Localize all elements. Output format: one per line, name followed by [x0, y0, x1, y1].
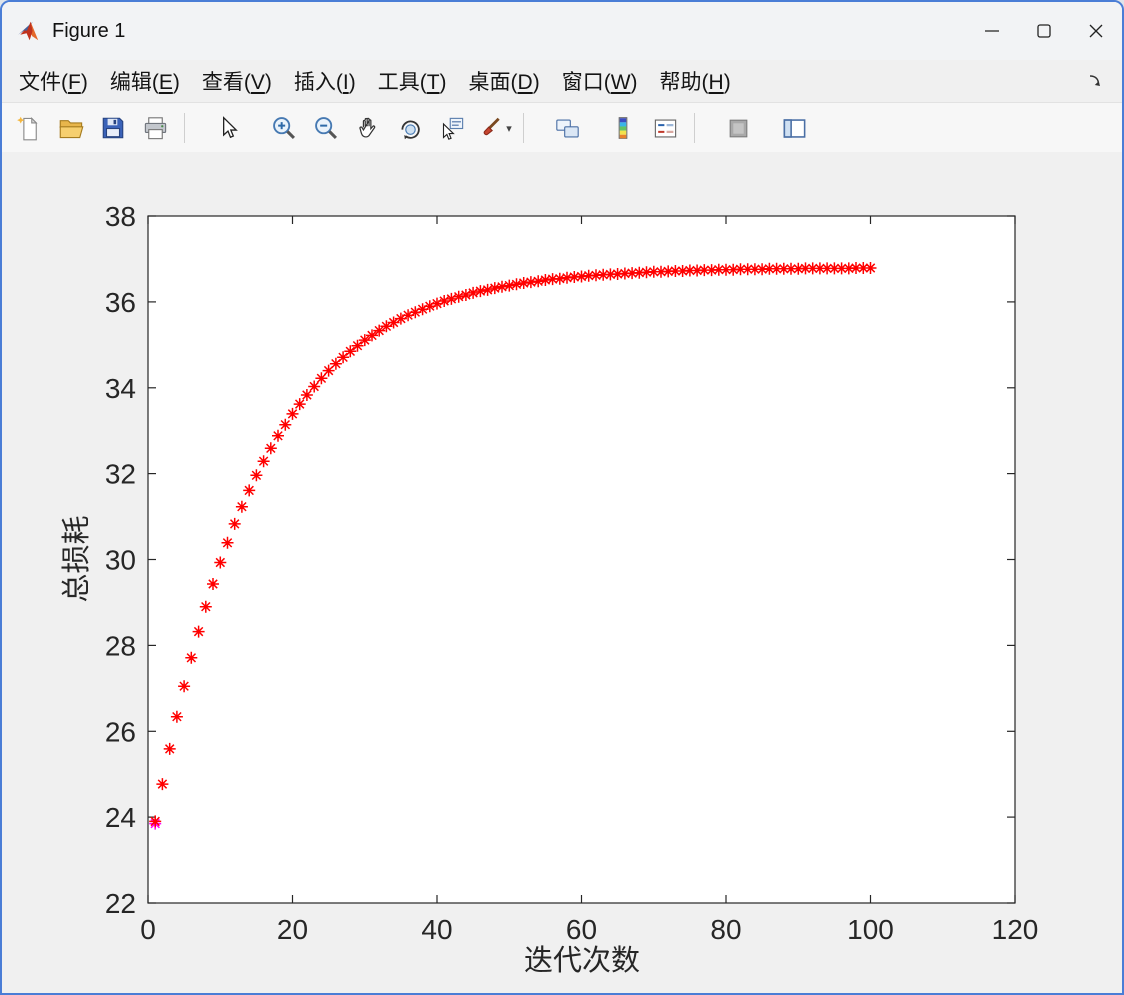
maximize-button[interactable] [1018, 5, 1070, 57]
menu-label: ) [532, 71, 540, 94]
edit-plot-button[interactable] [207, 107, 249, 149]
menu-label: ) [630, 71, 638, 94]
y-tick-label: 34 [105, 373, 136, 404]
menu-window[interactable]: 窗口(W) [551, 62, 649, 100]
pan-hand-icon [358, 117, 375, 138]
menu-label: 桌面( [468, 71, 518, 94]
axes-box [147, 215, 1016, 904]
dock-figure-arrow-icon [1089, 75, 1100, 86]
y-tick-label: 38 [105, 201, 136, 232]
y-tick-label: 30 [105, 545, 136, 576]
menu-label: 查看( [201, 71, 251, 94]
toolbar-separator [523, 113, 524, 143]
y-tick-label: 32 [105, 459, 136, 490]
data-cursor-icon [442, 117, 463, 140]
menu-mnemonic: H [708, 71, 724, 94]
zoom-in-button[interactable] [263, 107, 305, 149]
y-tick-label: 24 [105, 802, 136, 833]
menu-insert[interactable]: 插入(I) [283, 62, 367, 100]
print-icon [144, 116, 166, 139]
dock-figure-button[interactable] [1080, 66, 1110, 96]
insert-legend-button[interactable] [644, 107, 686, 149]
y-axis-label: 总损耗 [60, 515, 93, 602]
figure-toolbar: ▾ [2, 103, 1122, 154]
open-folder-icon [59, 119, 83, 138]
close-button[interactable] [1070, 5, 1122, 57]
menu-label: 编辑( [109, 71, 159, 94]
window-title: Figure 1 [52, 19, 126, 42]
insert-colorbar-button[interactable] [602, 107, 644, 149]
menu-edit[interactable]: 编辑(E) [99, 62, 191, 100]
x-tick-label: 80 [710, 914, 741, 945]
menu-label: ) [80, 71, 88, 94]
menu-mnemonic: D [517, 71, 533, 94]
hide-plot-tools-button[interactable] [717, 107, 759, 149]
zoom-out-button[interactable] [305, 107, 347, 149]
menu-mnemonic: V [250, 71, 265, 94]
menu-label: ) [439, 71, 447, 94]
x-tick-label: 100 [847, 914, 894, 945]
rotate-3d-icon [401, 120, 420, 139]
menu-view[interactable]: 查看(V) [191, 62, 283, 100]
y-tick-label: 22 [105, 888, 136, 919]
save-floppy-icon [102, 117, 124, 139]
brush-dropdown-button[interactable]: ▾ [503, 122, 515, 135]
titlebar: Figure 1 [2, 2, 1122, 60]
new-file-icon [16, 116, 38, 140]
show-plot-tools-icon [783, 118, 805, 138]
y-tick-label: 28 [105, 630, 136, 661]
brush-button[interactable] [473, 107, 507, 149]
rotate-3d-button[interactable] [389, 107, 431, 149]
brush-icon [483, 117, 500, 136]
plot-canvas[interactable]: 0 20 40 60 80 100 120 22 24 26 28 30 32 34 36 38 迭代次数 总… [2, 152, 1122, 993]
figure-canvas: 0 20 40 60 80 100 120 22 24 26 28 30 32 34 36 38 迭代次数 总… [2, 152, 1122, 993]
menu-label: 工具( [377, 71, 427, 94]
show-plot-tools-button[interactable] [773, 107, 815, 149]
menu-mnemonic: W [610, 71, 631, 94]
menu-file[interactable]: 文件(F) [8, 62, 99, 100]
menu-mnemonic: T [426, 71, 440, 94]
menu-label: ) [348, 71, 356, 94]
x-tick-label: 20 [277, 914, 308, 945]
matlab-logo-icon [14, 16, 44, 46]
save-button[interactable] [92, 107, 134, 149]
menu-label: ) [264, 71, 272, 94]
menu-mnemonic: F [68, 71, 81, 94]
link-plot-icon [555, 119, 579, 137]
menu-label: 帮助( [659, 71, 709, 94]
y-tick-label: 36 [105, 287, 136, 318]
x-axis-label: 迭代次数 [524, 944, 640, 977]
menu-label: ) [172, 71, 180, 94]
menu-label: ) [723, 71, 731, 94]
cursor-arrow-icon [223, 116, 238, 139]
x-tick-label: 120 [992, 914, 1039, 945]
link-plot-button[interactable] [546, 107, 588, 149]
figure-window: Figure 1 文件(F) 编辑(E) 查看(V) 插入(I) 工具(T) 桌… [0, 0, 1124, 995]
zoom-in-icon [273, 117, 295, 139]
menu-label: 窗口( [561, 71, 611, 94]
toolbar-separator [184, 113, 185, 143]
menu-label: 文件( [19, 71, 68, 94]
y-tick-label: 26 [105, 716, 136, 747]
menu-mnemonic: E [158, 71, 173, 94]
x-tick-label: 0 [140, 914, 156, 945]
menubar: 文件(F) 编辑(E) 查看(V) 插入(I) 工具(T) 桌面(D) 窗口(W… [2, 60, 1122, 103]
toolbar-separator [694, 113, 695, 143]
zoom-out-icon [315, 117, 337, 139]
x-tick-label: 40 [421, 914, 452, 945]
menu-desktop[interactable]: 桌面(D) [458, 62, 551, 100]
minimize-button[interactable] [966, 5, 1018, 57]
menu-label: 插入( [293, 71, 343, 94]
menu-tools[interactable]: 工具(T) [367, 62, 458, 100]
data-cursor-button[interactable] [431, 107, 473, 149]
menu-help[interactable]: 帮助(H) [649, 62, 742, 100]
x-tick-label: 60 [566, 914, 597, 945]
open-file-button[interactable] [50, 107, 92, 149]
insert-legend-icon [654, 119, 676, 137]
pan-button[interactable] [347, 107, 389, 149]
insert-colorbar-icon [618, 117, 628, 139]
print-button[interactable] [134, 107, 176, 149]
hide-plot-tools-icon [729, 119, 747, 137]
new-file-button[interactable] [8, 107, 50, 149]
